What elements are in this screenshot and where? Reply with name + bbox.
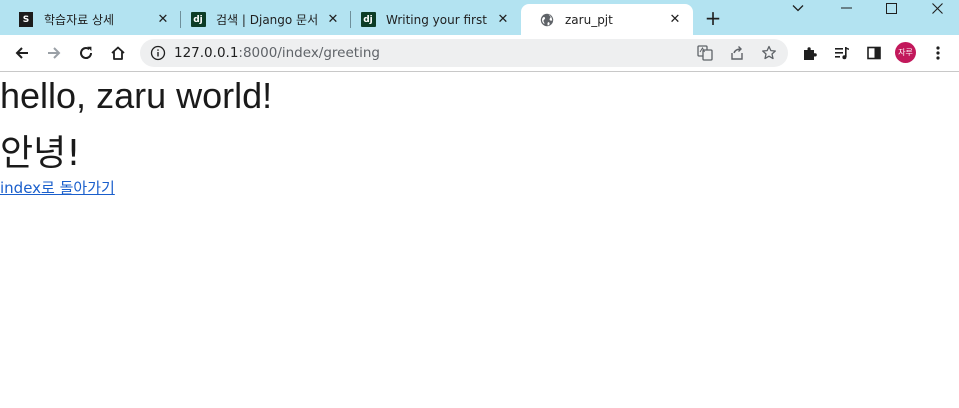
forward-button[interactable] xyxy=(41,40,67,66)
globe-icon xyxy=(539,12,555,28)
media-controls-button[interactable] xyxy=(829,40,855,66)
browser-window: S 학습자료 상세 ✕ dj 검색 | Django 문서 ✕ dj Writi… xyxy=(0,0,959,408)
home-icon xyxy=(111,46,125,60)
kebab-menu-icon xyxy=(936,46,940,60)
puzzle-icon xyxy=(804,47,817,60)
page-content: hello, zaru world! 안녕! index로 돌아가기 xyxy=(0,72,959,408)
profile-avatar[interactable]: 자루 xyxy=(895,42,916,63)
arrow-left-icon xyxy=(15,47,28,59)
menu-button[interactable] xyxy=(925,40,951,66)
django-favicon-glyph: dj xyxy=(360,12,376,27)
side-panel-icon xyxy=(867,46,881,60)
home-button[interactable] xyxy=(105,40,131,66)
close-icon[interactable]: ✕ xyxy=(495,12,511,28)
arrow-right-icon xyxy=(48,47,61,59)
s-icon: S xyxy=(18,12,34,28)
tab-title: Writing your first D xyxy=(386,12,489,27)
back-to-index-link[interactable]: index로 돌아가기 xyxy=(0,177,115,198)
bookmark-star-icon[interactable] xyxy=(760,44,778,62)
tab-django-search[interactable]: dj 검색 | Django 문서 ✕ xyxy=(172,4,351,35)
info-icon[interactable] xyxy=(150,45,166,61)
tab-django-tutorial[interactable]: dj Writing your first D ✕ xyxy=(342,4,521,35)
tab-search-chevron-icon[interactable] xyxy=(778,0,818,16)
tab-learning-detail[interactable]: S 학습자료 상세 ✕ xyxy=(0,4,181,35)
tab-title: zaru_pjt xyxy=(565,12,613,27)
django-icon: dj xyxy=(190,12,206,28)
s-favicon-glyph: S xyxy=(19,12,33,27)
extensions-button[interactable] xyxy=(797,40,823,66)
close-icon[interactable]: ✕ xyxy=(325,12,341,28)
share-icon[interactable] xyxy=(728,44,746,62)
browser-toolbar: 127.0.0.1:8000/index/greeting xyxy=(0,35,959,72)
translate-icon[interactable] xyxy=(696,44,714,62)
url-path: :8000/index/greeting xyxy=(238,45,380,61)
minimize-icon[interactable] xyxy=(826,0,866,16)
django-icon: dj xyxy=(360,12,376,28)
playlist-music-icon xyxy=(835,47,849,60)
url-host: 127.0.0.1 xyxy=(174,45,239,61)
tab-title: 학습자료 상세 xyxy=(44,13,115,27)
address-bar[interactable]: 127.0.0.1:8000/index/greeting xyxy=(140,39,788,67)
close-icon[interactable]: ✕ xyxy=(155,12,171,28)
tab-zaru-pjt[interactable]: zaru_pjt ✕ xyxy=(521,4,693,35)
page-subheading: 안녕! xyxy=(0,133,81,174)
django-favicon-glyph: dj xyxy=(190,12,206,27)
tab-title: 검색 | Django 문서 xyxy=(216,13,319,27)
new-tab-button[interactable]: + xyxy=(702,6,724,30)
close-icon[interactable]: ✕ xyxy=(667,12,683,28)
reload-button[interactable] xyxy=(73,40,99,66)
close-window-icon[interactable] xyxy=(917,0,957,16)
url-text: 127.0.0.1:8000/index/greeting xyxy=(174,45,380,61)
back-button[interactable] xyxy=(9,40,35,66)
page-heading: hello, zaru world! xyxy=(0,75,273,116)
maximize-icon[interactable] xyxy=(871,0,911,16)
tab-strip: S 학습자료 상세 ✕ dj 검색 | Django 문서 ✕ dj Writi… xyxy=(0,0,959,35)
side-panel-button[interactable] xyxy=(861,40,887,66)
reload-icon xyxy=(80,46,93,59)
